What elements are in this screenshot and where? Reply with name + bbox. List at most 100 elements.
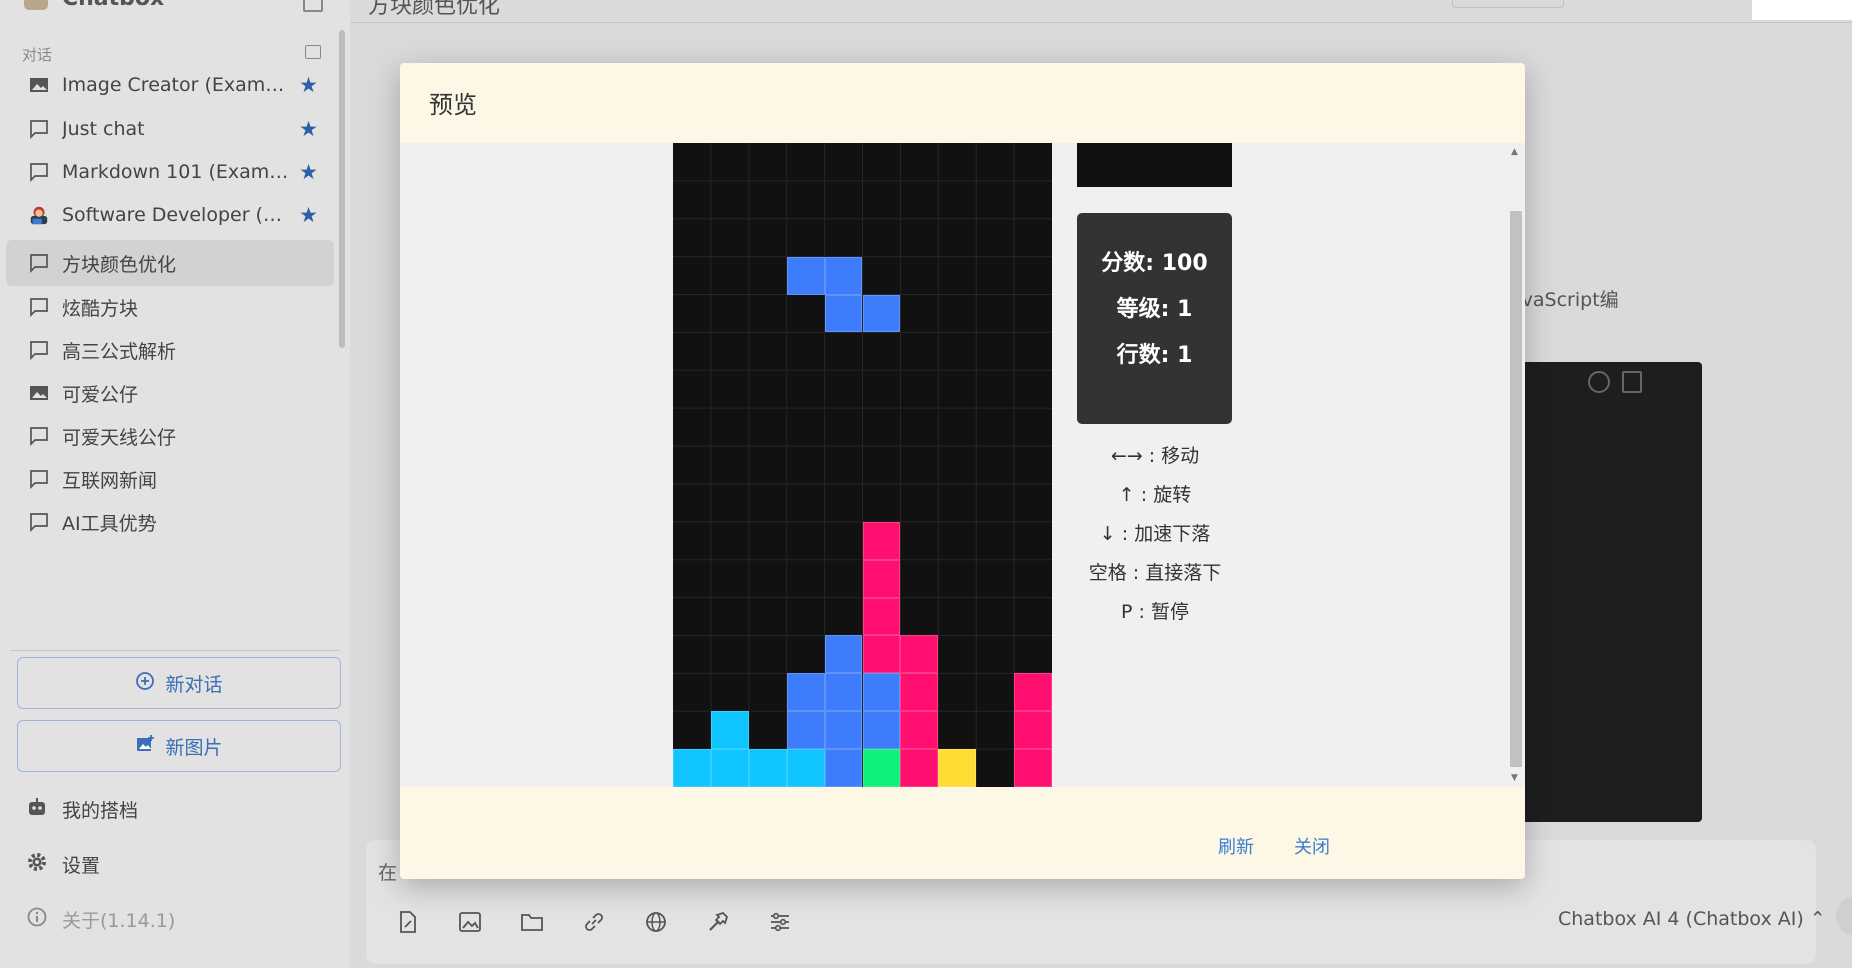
conversation-item[interactable]: 高三公式解析 [6,327,334,373]
image-icon [28,75,50,95]
locked-block [710,749,749,787]
toggle-sidebar-icon[interactable] [303,0,323,12]
locked-block [938,749,977,787]
locked-block [673,749,711,787]
chat-bubble-icon [28,119,50,139]
locked-block [862,749,901,787]
conversation-label: 高三公式解析 [62,340,177,363]
control-hint: ←→ : 移动 [1110,445,1200,467]
conversation-label: 可爱天线公仔 [62,426,177,449]
app-title: Chatbox [62,0,164,11]
window-corner [1752,0,1852,20]
conversation-item[interactable]: 可爱天线公仔 [6,413,334,459]
locked-block [786,673,825,712]
conversation-item[interactable]: 方块颜色优化 [6,240,334,286]
attach-file-icon[interactable] [394,908,422,936]
app-logo-icon [24,0,48,10]
star-icon[interactable]: ★ [299,160,318,184]
locked-block [862,673,901,712]
hammer-icon[interactable] [704,908,732,936]
locked-block [900,673,939,712]
globe-icon[interactable] [642,908,670,936]
my-partners-item[interactable]: 我的搭档 [26,796,138,823]
falling-block [862,294,901,333]
conversation-label: 炫酷方块 [62,297,139,320]
conversation-item[interactable]: Software Developer (Ex... ★ [6,192,334,238]
info-icon [26,906,48,933]
chat-title: 方块颜色优化 [368,0,501,19]
message-input-placeholder: 在 [378,862,398,884]
chat-bubble-icon [28,512,50,532]
locked-block [862,521,901,560]
my-partners-label: 我的搭档 [62,800,139,822]
star-icon[interactable]: ★ [299,73,318,97]
about-item[interactable]: 关于(1.14.1) [26,906,175,933]
dialog-title: 预览 [429,91,477,119]
scroll-down-arrow-icon[interactable]: ▼ [1511,773,1518,783]
sliders-icon[interactable] [766,908,794,936]
plus-circle-icon [135,671,155,696]
message-text: avaScript编 [1510,289,1619,311]
locked-block [862,559,901,598]
sidebar-scrollbar[interactable] [339,30,345,348]
conversation-label: Just chat [62,118,145,140]
conversation-item[interactable]: Image Creator (Example) ★ [6,62,334,108]
chat-bubble-icon [28,297,50,317]
locked-block [824,673,863,712]
close-button[interactable]: 关闭 [1294,833,1330,859]
locked-block [824,749,863,787]
conversation-item[interactable]: 可爱公仔 [6,370,334,416]
conversation-item[interactable]: AI工具优势 [6,499,334,545]
code-block [1522,362,1702,822]
settings-item[interactable]: 设置 [26,851,100,878]
robot-icon [26,797,48,822]
send-button[interactable] [1836,896,1852,936]
folder-icon[interactable] [518,908,546,936]
copy-icon[interactable] [1622,371,1642,393]
chat-bubble-icon [28,253,50,273]
scroll-up-arrow-icon[interactable]: ▲ [1511,147,1518,157]
image-icon [28,383,50,403]
attach-image-icon[interactable] [456,908,484,936]
control-hint: 空格 : 直接落下 [1088,562,1222,584]
chat-bubble-icon [28,469,50,489]
star-icon[interactable]: ★ [299,203,318,227]
model-selector[interactable]: Chatbox AI 4 (Chatbox AI) ⌃ [1558,908,1826,930]
scrollbar-thumb[interactable] [1510,211,1522,767]
level-text: 等级: 1 [1116,297,1193,322]
conversation-label: Image Creator (Example) [62,74,292,96]
score-text: 分数: 100 [1101,251,1208,276]
new-chat-button[interactable]: 新对话 [17,657,341,709]
archive-icon[interactable] [305,45,321,59]
locked-block [786,711,825,750]
avatar-icon [28,205,50,225]
locked-block [1014,749,1052,787]
falling-block [786,256,825,295]
conversation-label: Software Developer (Ex... [62,204,292,226]
conversation-label: AI工具优势 [62,512,157,535]
conversation-item[interactable]: Markdown 101 (Exampl... ★ [6,149,334,195]
link-icon[interactable] [580,908,608,936]
input-toolbar [394,908,794,936]
locked-block [786,749,825,787]
locked-block [1014,711,1052,750]
next-piece-box [1077,143,1232,187]
game-board [673,143,1052,787]
preview-scrollbar[interactable]: ▲ ▼ [1506,143,1525,787]
conversation-item[interactable]: Just chat ★ [6,106,334,152]
star-icon[interactable]: ★ [299,117,318,141]
conversation-item[interactable]: 互联网新闻 [6,456,334,502]
chat-bubble-icon [28,426,50,446]
divider [350,22,1852,23]
run-icon[interactable] [1588,371,1610,393]
control-hint: ↑ : 旋转 [1118,484,1192,506]
locked-block [748,749,787,787]
sidebar: Chatbox 对话 Image Creator (Example)★Just … [0,0,350,968]
refresh-button[interactable]: 刷新 [1218,833,1254,859]
new-chat-label: 新对话 [165,673,223,696]
new-image-button[interactable]: 新图片 [17,720,341,772]
toolbar-button[interactable] [1452,0,1564,8]
locked-block [824,635,863,674]
conversation-item[interactable]: 炫酷方块 [6,284,334,330]
preview-content: 分数: 100 等级: 1 行数: 1 ←→ : 移动 ↑ : 旋转 ↓ : 加… [400,143,1525,787]
